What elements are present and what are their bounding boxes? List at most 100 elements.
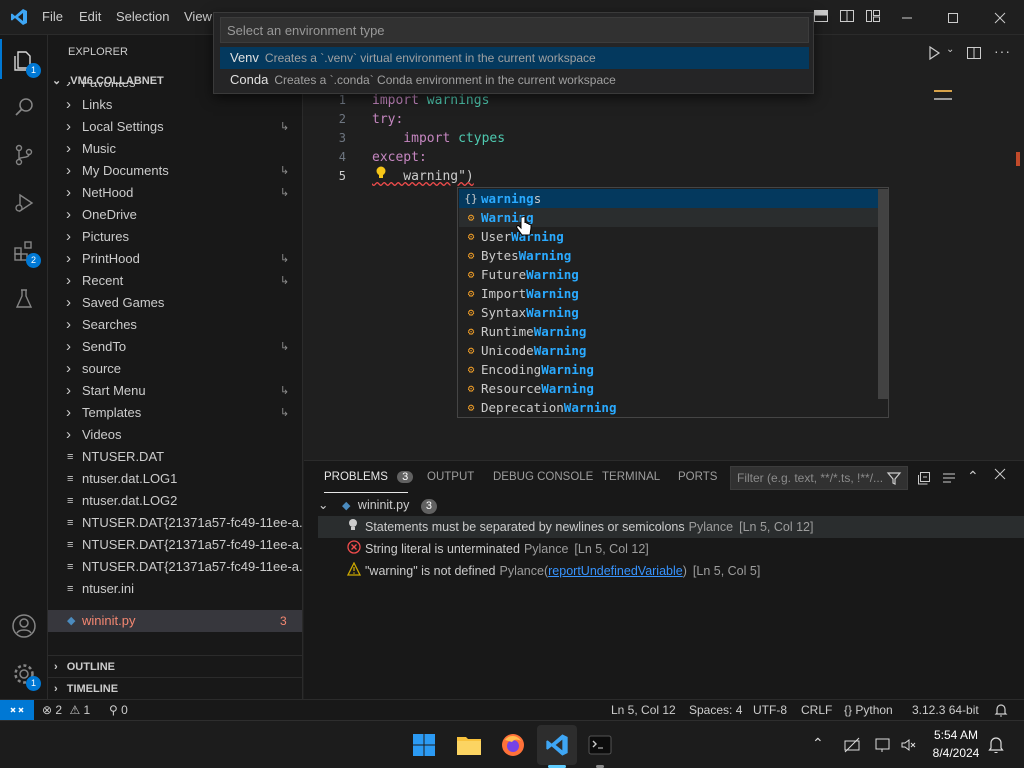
explorer-item[interactable]: › Start Menu ↳	[48, 380, 302, 402]
file-explorer-icon[interactable]	[449, 725, 489, 765]
explorer-item[interactable]: › Pictures	[48, 226, 302, 248]
menu-view[interactable]: View	[184, 9, 212, 24]
tab-debug-console[interactable]: DEBUG CONSOLE	[493, 471, 593, 483]
suggest-scrollbar[interactable]	[878, 189, 888, 399]
clock-date[interactable]: 8/4/2024	[928, 746, 984, 760]
explorer-item[interactable]: › Searches	[48, 314, 302, 336]
timeline-section[interactable]: › TIMELINE	[48, 677, 302, 699]
explorer-item[interactable]: ≡ NTUSER.DAT{21371a57-fc49-11ee-a...	[48, 556, 302, 578]
explorer-item[interactable]: › OneDrive	[48, 204, 302, 226]
toggle-panel-icon[interactable]	[838, 8, 856, 26]
accounts-icon[interactable]	[0, 602, 48, 650]
source-control-icon[interactable]	[0, 131, 48, 179]
run-dropdown-chevron-icon[interactable]: ⌄	[946, 44, 954, 55]
explorer-item[interactable]: › NetHood ↳	[48, 182, 302, 204]
problem-item[interactable]: Statements must be separated by newlines…	[318, 516, 1024, 538]
minimap[interactable]	[934, 90, 952, 100]
outline-section[interactable]: › OUTLINE	[48, 655, 302, 677]
manage-gear-icon[interactable]: 1	[0, 650, 48, 698]
problem-item[interactable]: "warning" is not defined Pylance(reportUn…	[318, 560, 1024, 582]
search-icon[interactable]	[0, 83, 48, 131]
minimize-icon[interactable]	[884, 0, 930, 35]
problems-filter-input[interactable]: Filter (e.g. text, **/*.ts, !**/...	[730, 466, 908, 490]
windows-start-icon[interactable]	[404, 725, 444, 765]
volume-muted-icon[interactable]	[900, 736, 918, 754]
view-as-list-icon[interactable]	[941, 470, 957, 486]
suggestion-item[interactable]: ⚙ SyntaxWarning	[459, 303, 879, 322]
suggestion-item[interactable]: {} warnings	[459, 189, 879, 208]
menu-selection[interactable]: Selection	[116, 9, 169, 24]
clock-time[interactable]: 5:54 AM	[928, 728, 984, 742]
toggle-primary-sidebar-icon[interactable]	[812, 8, 830, 26]
split-editor-icon[interactable]	[966, 45, 986, 65]
maximize-panel-icon[interactable]: ⌃	[967, 468, 979, 485]
python-interpreter[interactable]: 3.12.3 64-bit	[912, 703, 979, 717]
network-offline-icon[interactable]	[843, 736, 861, 754]
menu-file[interactable]: File	[42, 9, 63, 24]
suggestion-item[interactable]: ⚙ ImportWarning	[459, 284, 879, 303]
quickpick-item-conda[interactable]: Conda Creates a `.conda` Conda environmen…	[220, 69, 809, 91]
testing-flask-icon[interactable]	[0, 275, 48, 323]
tab-output[interactable]: OUTPUT	[427, 471, 474, 483]
run-debug-icon[interactable]	[0, 179, 48, 227]
explorer-item[interactable]: › SendTo ↳	[48, 336, 302, 358]
suggestion-item[interactable]: ⚙ DeprecationWarning	[459, 398, 879, 417]
suggestion-item[interactable]: ⚙ RuntimeWarning	[459, 322, 879, 341]
explorer-item[interactable]: › Saved Games	[48, 292, 302, 314]
suggestion-item[interactable]: ⚙ FutureWarning	[459, 265, 879, 284]
explorer-item[interactable]: › Videos	[48, 424, 302, 446]
suggestion-item[interactable]: ⚙ ResourceWarning	[459, 379, 879, 398]
maximize-icon[interactable]	[930, 0, 976, 35]
run-python-file-icon[interactable]	[926, 45, 946, 65]
explorer-item[interactable]: › PrintHood ↳	[48, 248, 302, 270]
tab-problems[interactable]: PROBLEMS 3	[324, 471, 414, 483]
suggestion-item[interactable]: ⚙ UnicodeWarning	[459, 341, 879, 360]
explorer-item[interactable]: ≡ NTUSER.DAT{21371a57-fc49-11ee-a...	[48, 534, 302, 556]
problem-item[interactable]: String literal is unterminated Pylance [Ln…	[318, 538, 1024, 560]
tab-terminal[interactable]: TERMINAL	[602, 471, 660, 483]
explorer-item[interactable]: ≡ ntuser.dat.LOG1	[48, 468, 302, 490]
close-panel-icon[interactable]	[994, 468, 1008, 482]
remote-indicator[interactable]	[0, 700, 34, 720]
extensions-icon[interactable]: 2	[0, 227, 48, 275]
explorer-item[interactable]: ≡ NTUSER.DAT{21371a57-fc49-11ee-a...	[48, 512, 302, 534]
explorer-item[interactable]: › Links	[48, 94, 302, 116]
cursor-position[interactable]: Ln 5, Col 12	[611, 703, 676, 717]
explorer-item[interactable]: › Templates ↳	[48, 402, 302, 424]
lightbulb-icon[interactable]	[374, 165, 388, 181]
explorer-item[interactable]: ≡ ntuser.dat.LOG2	[48, 490, 302, 512]
suggestion-item[interactable]: ⚙ EncodingWarning	[459, 360, 879, 379]
terminal-taskbar-icon[interactable]	[580, 725, 620, 765]
display-icon[interactable]	[874, 736, 892, 754]
explorer-item[interactable]: › My Documents ↳	[48, 160, 302, 182]
explorer-item[interactable]: ≡ ntuser.ini	[48, 578, 302, 600]
explorer-icon[interactable]: 1	[0, 37, 48, 85]
collapse-all-icon[interactable]	[916, 470, 932, 486]
explorer-item[interactable]: › source	[48, 358, 302, 380]
indentation[interactable]: Spaces: 4	[689, 703, 742, 717]
explorer-item[interactable]: › Local Settings ↳	[48, 116, 302, 138]
problems-file-group[interactable]: ⌄ ◆ wininit.py 3	[318, 494, 437, 516]
rule-link[interactable]: reportUndefinedVariable	[548, 564, 683, 578]
notification-bell-icon[interactable]	[988, 736, 1004, 754]
notifications-bell-icon[interactable]	[994, 703, 1008, 717]
customize-layout-icon[interactable]	[864, 8, 882, 26]
suggestion-item[interactable]: ⚙ BytesWarning	[459, 246, 879, 265]
explorer-item[interactable]: › Music	[48, 138, 302, 160]
more-actions-icon[interactable]: ···	[994, 43, 1011, 59]
explorer-item[interactable]: › Recent ↳	[48, 270, 302, 292]
ports-status[interactable]: ⚲ 0	[109, 703, 128, 717]
environment-type-input[interactable]: Select an environment type	[220, 17, 809, 43]
line-ending[interactable]: CRLF	[801, 703, 832, 717]
filter-icon[interactable]	[886, 470, 902, 486]
menu-edit[interactable]: Edit	[79, 9, 101, 24]
explorer-active-file[interactable]: ◆ wininit.py 3	[48, 610, 302, 632]
language-mode[interactable]: {} Python	[844, 703, 893, 717]
problems-status[interactable]: ⊗ 2 ⚠ 1	[42, 703, 90, 717]
tab-ports[interactable]: PORTS	[678, 471, 717, 483]
vscode-taskbar-icon[interactable]	[537, 725, 577, 765]
firefox-icon[interactable]	[493, 725, 533, 765]
quickpick-item-venv[interactable]: Venv Creates a `.venv` virtual environmen…	[220, 47, 809, 69]
encoding[interactable]: UTF-8	[753, 703, 787, 717]
explorer-item[interactable]: ≡ NTUSER.DAT	[48, 446, 302, 468]
